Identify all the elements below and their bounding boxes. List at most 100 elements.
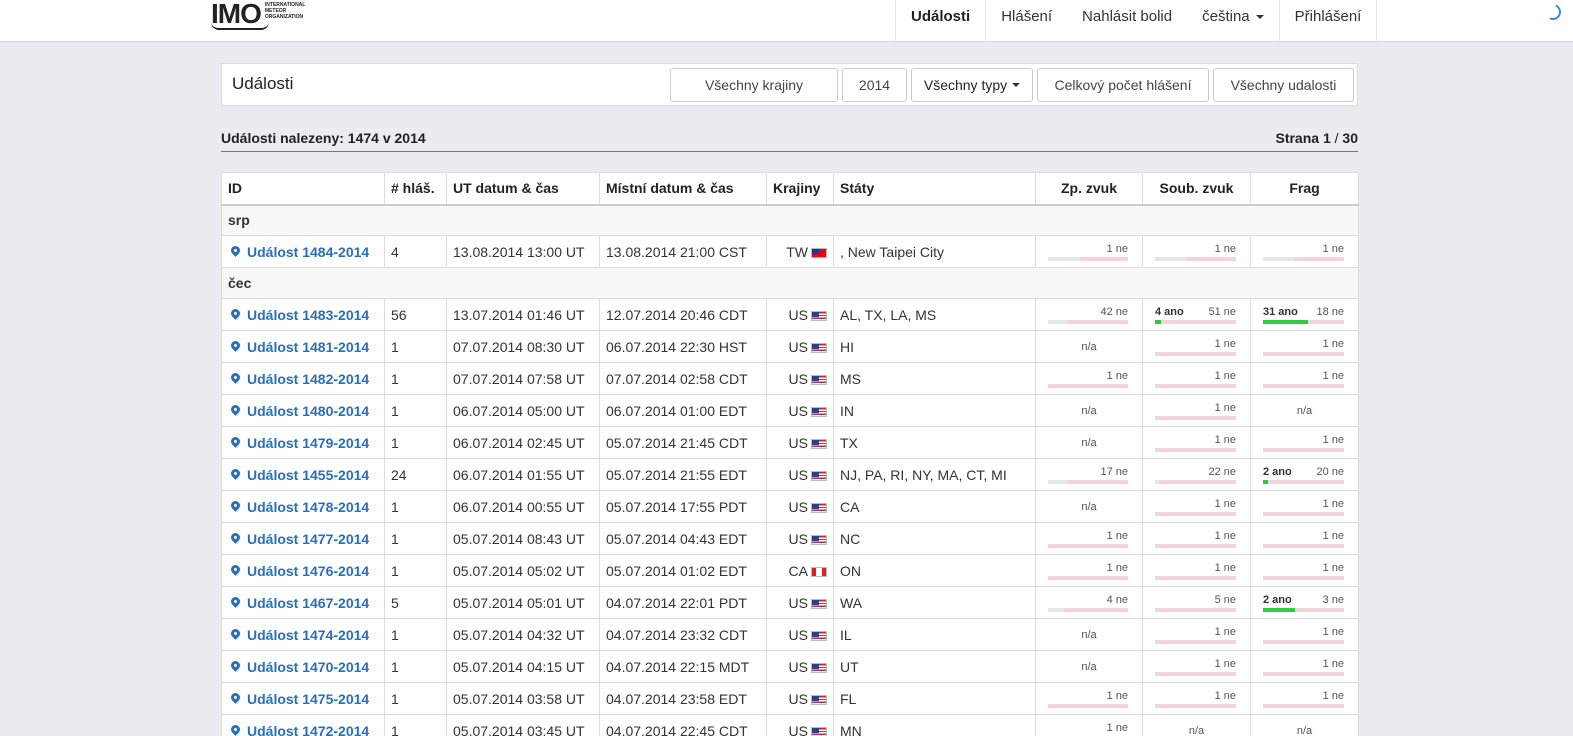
col-header-reports[interactable]: # hláš. xyxy=(384,172,447,206)
event-link[interactable]: Událost 1470-2014 xyxy=(228,659,378,675)
map-marker-icon xyxy=(229,723,242,736)
total-reports-button[interactable]: Celkový počet hlášení xyxy=(1037,68,1209,102)
cell-delayed-sound-unknown-fill xyxy=(1048,608,1064,612)
event-id: Událost 1472-2014 xyxy=(247,722,370,736)
cell-fragmentation: 1 ne xyxy=(1250,426,1359,459)
cell-states: UT xyxy=(833,650,1036,683)
event-id: Událost 1470-2014 xyxy=(247,658,370,675)
event-link[interactable]: Událost 1478-2014 xyxy=(228,499,378,515)
table-row: Událost 1455-2014 24 06.07.2014 01:55 UT 05… xyxy=(221,458,1359,491)
type-filter-dropdown[interactable]: Všechny typy xyxy=(911,68,1033,102)
cell-ut-datetime: 05.07.2014 03:58 UT xyxy=(446,682,600,715)
cell-delayed-sound-no-count: 1 ne xyxy=(1106,690,1128,702)
table-row: Událost 1477-2014 1 05.07.2014 08:43 UT 05.… xyxy=(221,522,1359,555)
cell-local-datetime: 04.07.2014 22:45 CDT xyxy=(599,714,767,736)
cell-ut-datetime: 07.07.2014 08:30 UT xyxy=(446,330,600,363)
col-header-ut-datetime[interactable]: UT datum & čas xyxy=(446,172,600,206)
col-header-simultaneous-sound[interactable]: Soub. zvuk xyxy=(1142,172,1251,206)
cell-simultaneous-sound-track xyxy=(1155,512,1236,516)
cell-reports: 56 xyxy=(384,298,447,331)
events-table-body: srp Událost 1484-2014 4 13.08.2014 13:00 UT… xyxy=(221,204,1359,736)
table-row: Událost 1480-2014 1 06.07.2014 05:00 UT 06.… xyxy=(221,394,1359,427)
cell-fragmentation-unknown-fill xyxy=(1263,257,1296,261)
cell-states: HI xyxy=(833,330,1036,363)
cell-simultaneous-sound: 1 ne xyxy=(1142,362,1251,395)
cell-fragmentation-bar: 1 ne xyxy=(1263,337,1344,359)
col-header-id[interactable]: ID xyxy=(221,172,385,206)
page-current: 1 xyxy=(1322,130,1331,146)
event-link[interactable]: Událost 1477-2014 xyxy=(228,531,378,547)
event-link[interactable]: Událost 1474-2014 xyxy=(228,627,378,643)
cell-local-datetime: 04.07.2014 22:15 MDT xyxy=(599,650,767,683)
cell-fragmentation-yes-count: 2 ano xyxy=(1263,466,1292,478)
all-events-button[interactable]: Všechny udalosti xyxy=(1213,68,1354,102)
cell-reports: 1 xyxy=(384,554,447,587)
cell-states: NC xyxy=(833,522,1036,555)
cell-simultaneous-sound-no-count: 1 ne xyxy=(1214,402,1236,414)
month-group-row: čec xyxy=(221,267,1359,299)
cell-fragmentation-track xyxy=(1263,544,1344,548)
nav-language-dropdown[interactable]: čeština xyxy=(1187,0,1280,42)
cell-simultaneous-sound-bar: 1 ne xyxy=(1155,242,1236,264)
cell-simultaneous-sound-unknown-fill xyxy=(1155,257,1188,261)
nav-report-fireball[interactable]: Nahlásit bolid xyxy=(1067,0,1187,42)
cell-fragmentation-no-count: 1 ne xyxy=(1322,243,1344,255)
col-header-country[interactable]: Krajiny xyxy=(766,172,834,206)
cell-delayed-sound-track xyxy=(1048,320,1128,324)
cell-delayed-sound-na: n/a xyxy=(1081,436,1097,449)
all-events-label: Všechny udalosti xyxy=(1230,77,1337,93)
cell-fragmentation: 1 ne xyxy=(1250,650,1359,683)
col-header-delayed-sound[interactable]: Zp. zvuk xyxy=(1035,172,1143,206)
nav-events[interactable]: Události xyxy=(896,0,987,42)
cell-country: CA xyxy=(766,554,834,587)
cell-delayed-sound-track xyxy=(1048,576,1128,580)
event-link[interactable]: Událost 1481-2014 xyxy=(228,339,378,355)
cell-fragmentation-bar: 1 ne xyxy=(1263,689,1344,711)
cell-country: US xyxy=(766,714,834,736)
event-link[interactable]: Událost 1467-2014 xyxy=(228,595,378,611)
nav-reports[interactable]: Hlášení xyxy=(986,0,1067,42)
cell-delayed-sound-bar: 1 ne xyxy=(1048,369,1128,391)
event-link[interactable]: Událost 1472-2014 xyxy=(228,723,378,736)
cell-simultaneous-sound-bar: 4 ano 51 ne xyxy=(1155,305,1236,327)
event-link[interactable]: Událost 1482-2014 xyxy=(228,371,378,387)
cell-ut-datetime: 13.08.2014 13:00 UT xyxy=(446,235,600,268)
map-marker-icon xyxy=(229,435,242,448)
cell-states: MS xyxy=(833,362,1036,395)
month-group-label: srp xyxy=(221,204,1359,236)
imo-logo[interactable]: IMO INTERNATIONAL METEOR ORGANIZATION xyxy=(211,0,320,32)
event-link[interactable]: Událost 1455-2014 xyxy=(228,467,378,483)
country-filter-select[interactable]: Všechny krajiny xyxy=(670,68,838,102)
col-header-states[interactable]: Státy xyxy=(833,172,1036,206)
cell-fragmentation-no-count: 1 ne xyxy=(1322,690,1344,702)
event-link[interactable]: Událost 1476-2014 xyxy=(228,563,378,579)
cell-simultaneous-sound: 1 ne xyxy=(1142,490,1251,523)
cell-fragmentation-bar: 1 ne xyxy=(1263,497,1344,519)
cell-delayed-sound-no-count: 1 ne xyxy=(1106,530,1128,542)
cell-fragmentation: 1 ne xyxy=(1250,490,1359,523)
cell-simultaneous-sound-no-count: 1 ne xyxy=(1214,338,1236,350)
map-marker-icon xyxy=(229,307,242,320)
cell-fragmentation-bar: 2 ano 3 ne xyxy=(1263,593,1344,615)
event-link[interactable]: Událost 1479-2014 xyxy=(228,435,378,451)
cell-simultaneous-sound: 1 ne xyxy=(1142,554,1251,587)
year-filter-button[interactable]: 2014 xyxy=(842,68,907,102)
table-row: Událost 1470-2014 1 05.07.2014 04:15 UT 04.… xyxy=(221,650,1359,683)
cell-delayed-sound-unknown-fill xyxy=(1048,480,1068,484)
cell-simultaneous-sound: 5 ne xyxy=(1142,586,1251,619)
cell-delayed-sound-track xyxy=(1048,704,1128,708)
cell-delayed-sound: 42 ne xyxy=(1035,298,1143,331)
cell-delayed-sound-track xyxy=(1048,257,1128,261)
nav-login[interactable]: Přihlášení xyxy=(1280,0,1378,42)
event-link[interactable]: Událost 1484-2014 xyxy=(228,244,378,260)
event-link[interactable]: Událost 1483-2014 xyxy=(228,307,378,323)
cell-local-datetime: 04.07.2014 23:58 EDT xyxy=(599,682,767,715)
cell-fragmentation-track xyxy=(1263,704,1344,708)
cell-country: US xyxy=(766,490,834,523)
event-link[interactable]: Událost 1480-2014 xyxy=(228,403,378,419)
col-header-local-datetime[interactable]: Místní datum & čas xyxy=(599,172,767,206)
cell-id: Událost 1467-2014 xyxy=(221,586,385,619)
cell-fragmentation-bar: 2 ano 20 ne xyxy=(1263,465,1344,487)
event-link[interactable]: Událost 1475-2014 xyxy=(228,691,378,707)
col-header-fragmentation[interactable]: Frag xyxy=(1250,172,1359,206)
